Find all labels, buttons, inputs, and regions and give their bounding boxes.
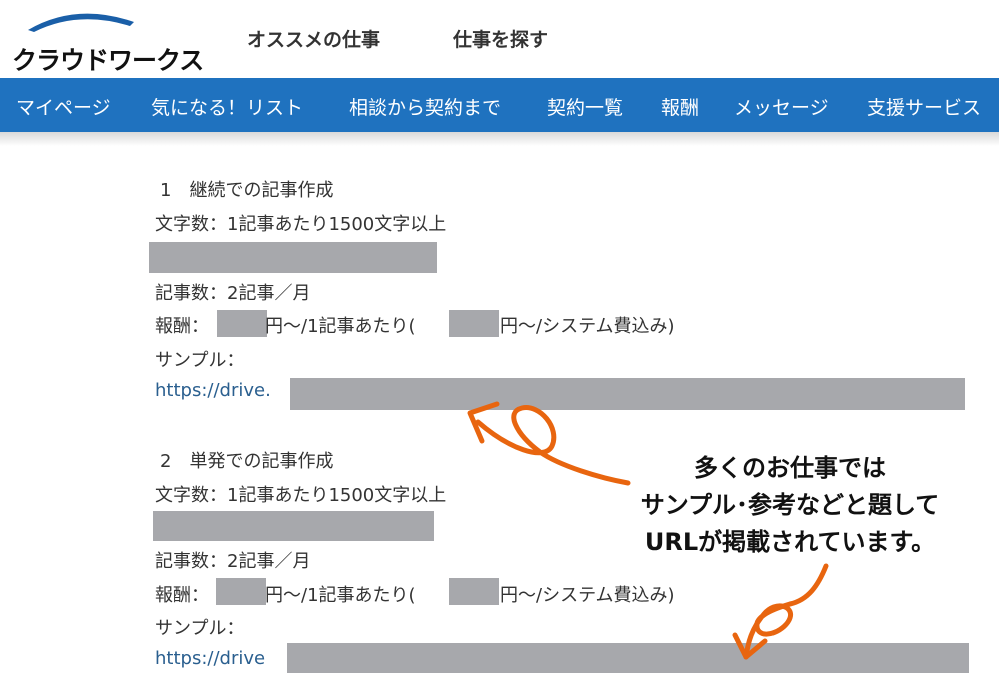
annotation-line: 多くのお仕事では	[694, 454, 886, 482]
annotation-arrows	[467, 401, 829, 660]
annotation-callout: 多くのお仕事では サンプル･参考などと題して URLが掲載されています。	[590, 450, 990, 561]
annotation-line: サンプル･参考などと題して	[640, 491, 940, 519]
annotation-line: URLが掲載されています。	[644, 528, 936, 556]
arrow-curl-bottom-icon	[732, 563, 829, 660]
